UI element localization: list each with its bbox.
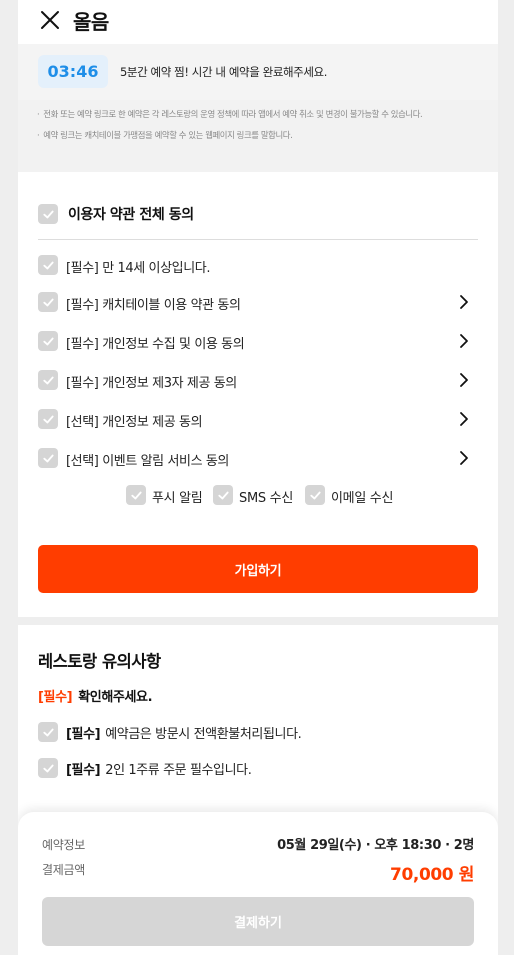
check-icon [130,491,142,499]
term-label: [필수] 캐치테이블 이용 약관 동의 [66,298,241,313]
reservation-page: 올음 03:46 5분간 예약 찜! 시간 내 예약을 완료해주세요. · 전화 … [18,0,498,955]
required-check-line: [필수] 확인해주세요. [38,686,153,705]
close-button[interactable] [38,8,62,32]
check-icon [42,728,54,736]
chevron-right-icon[interactable] [456,372,472,388]
check-icon [42,210,54,218]
rule-text: [필수] 2인 1주류 주문 필수입니다. [66,763,252,778]
term-checkbox[interactable] [38,409,58,429]
check-icon [217,491,229,499]
rule-text: [필수] 예약금은 방문시 전액환불처리됩니다. [66,727,302,742]
term-label: [필수] 개인정보 제3자 제공 동의 [66,376,237,391]
sms-label: SMS 수신 [239,491,293,506]
term-checkbox[interactable] [38,255,58,275]
check-icon [42,415,54,423]
check-icon [42,454,54,462]
restaurant-notice-title: 레스토랑 유의사항 [38,652,161,671]
push-checkbox[interactable] [126,485,146,505]
rule-checkbox[interactable] [38,758,58,778]
agree-all-label[interactable]: 이용자 약관 전체 동의 [68,204,194,224]
check-icon [42,376,54,384]
term-checkbox[interactable] [38,331,58,351]
term-row-privacy-provide[interactable]: [선택] 개인정보 제공 동의 [38,405,478,433]
term-checkbox[interactable] [38,370,58,390]
notice-item: · 전화 또는 예약 링크로 한 예약은 각 레스토랑의 운영 정책에 따라 앱에… [37,109,423,119]
timer-bar: 03:46 5분간 예약 찜! 시간 내 예약을 완료해주세요. [18,44,498,100]
push-label: 푸시 알림 [152,491,203,506]
required-text: 확인해주세요. [78,690,153,705]
rule-row-refund[interactable]: [필수] 예약금은 방문시 전액환불처리됩니다. [38,720,478,744]
booking-info-value: 05월 29일(수) · 오후 18:30 · 2명 [277,838,474,853]
rule-row-drink[interactable]: [필수] 2인 1주류 주문 필수입니다. [38,756,478,780]
check-icon [42,298,54,306]
pay-button[interactable]: 결제하기 [42,897,474,946]
term-row-privacy-collect[interactable]: [필수] 개인정보 수집 및 이용 동의 [38,327,478,355]
check-icon [42,337,54,345]
chevron-right-icon[interactable] [456,411,472,427]
term-row-event[interactable]: [선택] 이벤트 알림 서비스 동의 [38,444,478,472]
required-tag: [필수] [38,690,73,705]
booking-summary-sheet: 예약정보 05월 29일(수) · 오후 18:30 · 2명 결제금액 70,… [18,812,498,955]
term-checkbox[interactable] [38,292,58,312]
close-icon [41,11,59,29]
join-button[interactable]: 가입하기 [38,545,478,593]
term-label: [선택] 이벤트 알림 서비스 동의 [66,454,229,469]
term-row-third-party[interactable]: [필수] 개인정보 제3자 제공 동의 [38,366,478,394]
term-label: [선택] 개인정보 제공 동의 [66,415,203,430]
chevron-right-icon[interactable] [456,294,472,310]
bullet: · [37,130,40,140]
term-checkbox[interactable] [38,448,58,468]
agree-all-checkbox[interactable] [38,204,58,224]
section-separator [18,617,498,625]
sms-checkbox[interactable] [213,485,233,505]
email-label: 이메일 수신 [331,491,394,506]
check-icon [42,261,54,269]
divider [38,239,478,240]
check-icon [309,491,321,499]
rule-checkbox[interactable] [38,722,58,742]
email-checkbox[interactable] [305,485,325,505]
term-label: [필수] 개인정보 수집 및 이용 동의 [66,337,245,352]
chevron-right-icon[interactable] [456,450,472,466]
amount-label: 결제금액 [42,863,85,877]
term-label: [필수] 만 14세 이상입니다. [66,261,211,276]
amount-value: 70,000 원 [390,865,474,885]
check-icon [42,764,54,772]
term-row-service[interactable]: [필수] 캐치테이블 이용 약관 동의 [38,288,478,316]
page-title: 올음 [73,10,109,34]
booking-info-label: 예약정보 [42,838,85,852]
notice-item: · 예약 링크는 캐치테이블 가맹점을 예약할 수 있는 웹페이지 링크를 말합니… [37,130,293,140]
bullet: · [37,109,40,119]
chevron-right-icon[interactable] [456,333,472,349]
notice-box: · 전화 또는 예약 링크로 한 예약은 각 레스토랑의 운영 정책에 따라 앱에… [18,100,498,172]
term-row-age[interactable]: [필수] 만 14세 이상입니다. [38,251,478,279]
timer-message: 5분간 예약 찜! 시간 내 예약을 완료해주세요. [120,65,327,79]
top-bar: 올음 [18,0,498,44]
countdown-timer: 03:46 [38,55,108,88]
